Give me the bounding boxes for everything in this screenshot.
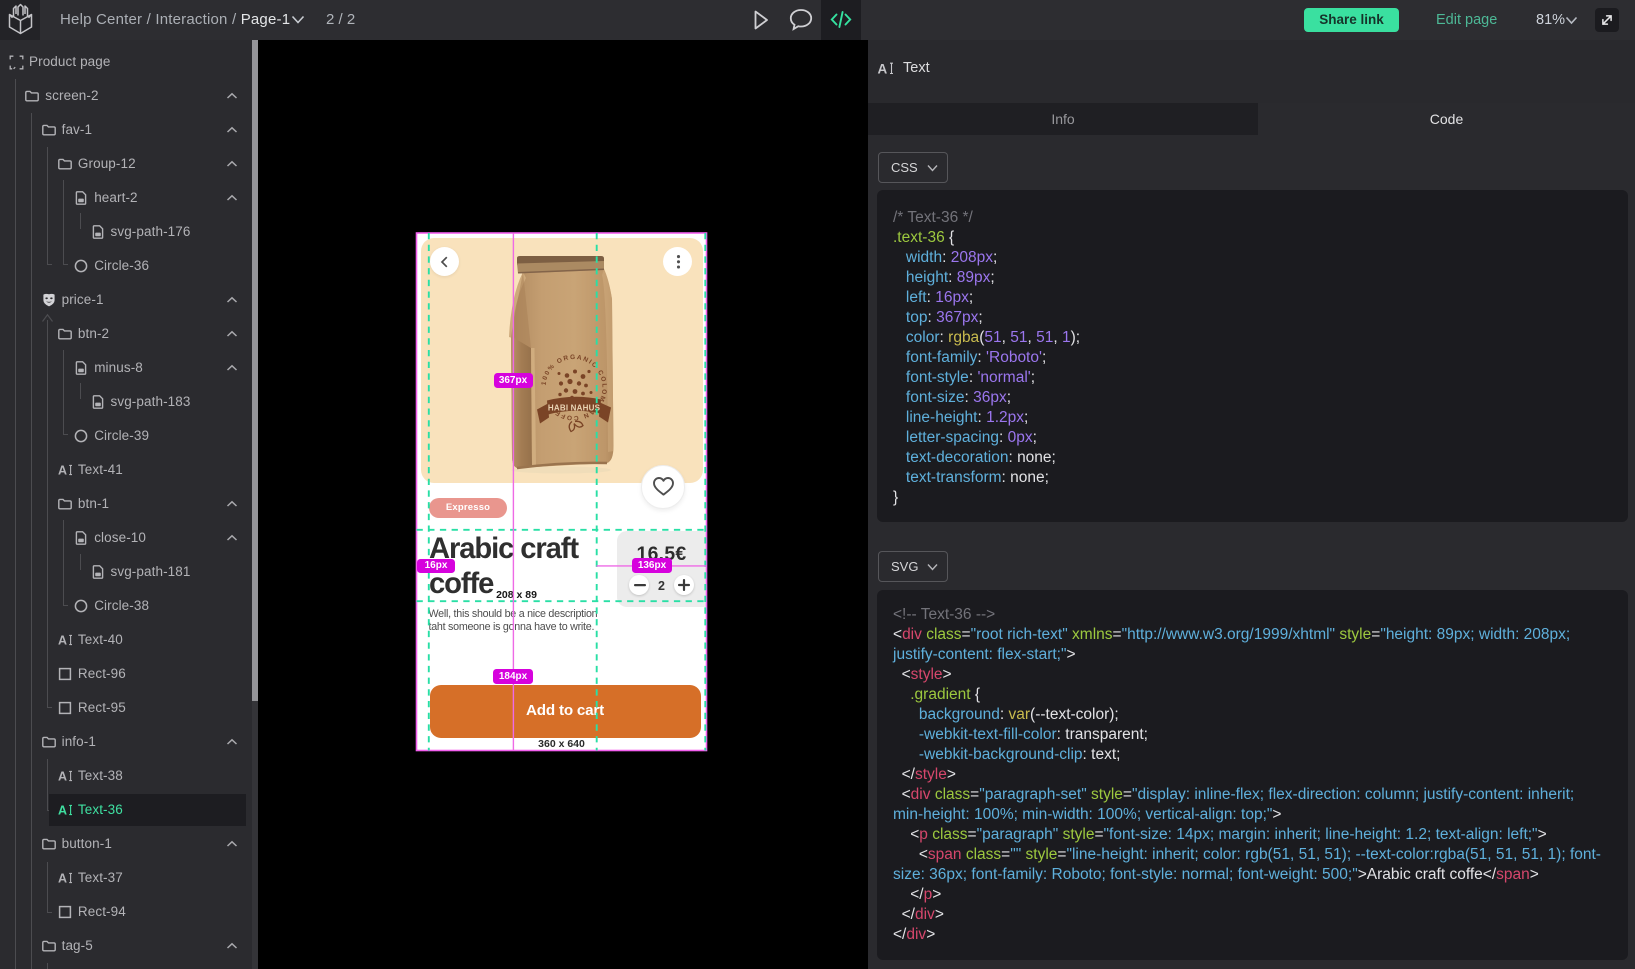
svg-text:A: A [878,62,888,77]
svg-text:A: A [58,464,67,478]
svg-text:A: A [58,872,67,886]
svg-text:A: A [58,804,67,818]
svg-text:A: A [58,770,67,784]
svg-text:A: A [58,634,67,648]
